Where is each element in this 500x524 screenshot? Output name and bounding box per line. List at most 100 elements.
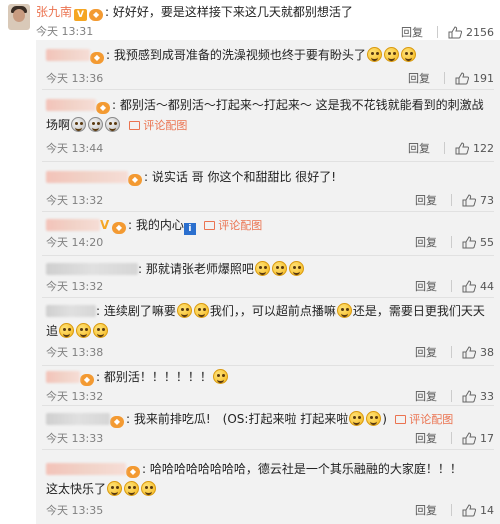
divider: [451, 504, 452, 516]
like-count: 38: [480, 345, 494, 359]
divider: [437, 26, 438, 38]
verified-v-icon: V: [74, 9, 88, 21]
reply-actions: 回复 14: [415, 502, 494, 518]
fan-level-icon: ◆: [110, 416, 124, 428]
reply-time: 今天 13:44: [46, 142, 104, 155]
like-count: 55: [480, 235, 494, 249]
comment-time: 今天 13:31: [36, 25, 94, 38]
laugh-emoji-icon: [107, 481, 123, 496]
thumb-up-icon[interactable]: [455, 71, 469, 85]
reply-line: ◆: 哈哈哈哈哈哈哈哈，德云社是一个其乐融融的大家庭！！！: [46, 458, 462, 480]
thumb-up-icon[interactable]: [462, 389, 476, 403]
laugh-emoji-icon: [93, 323, 109, 338]
reply-button[interactable]: 回复: [415, 430, 437, 446]
reply-item: ◆: 都别活！！！！！！ 今天 13:32 回复 33: [36, 366, 500, 406]
pic-label: 评论配图: [409, 413, 454, 426]
reply-line: ◆: 都别活～都别活～打起来～打起来～ 这是我不花钱就能看到的刺激战: [46, 94, 484, 116]
divider: [444, 142, 445, 154]
reply-text: 连续剧了嘛要: [103, 304, 176, 318]
thumb-up-icon[interactable]: [462, 431, 476, 445]
verified-v-icon: V: [100, 218, 110, 232]
reply-line: ◆: 都别活！！！！！！: [46, 366, 229, 388]
thumb-up-icon[interactable]: [455, 141, 469, 155]
reply-text: 都别活～都别活～打起来～打起来～ 这是我不花钱就能看到的刺激战: [119, 98, 484, 112]
like-count: 2156: [466, 25, 494, 39]
pic-label: 评论配图: [143, 119, 188, 132]
reply-actions: 回复 17: [415, 430, 494, 446]
reply-actions: 回复 44: [415, 278, 494, 294]
comment-actions: 回复 2156: [401, 24, 494, 40]
reply-item: ◆: 都别活～都别活～打起来～打起来～ 这是我不花钱就能看到的刺激战 场啊 评论…: [36, 90, 500, 162]
reply-button[interactable]: 回复: [415, 278, 437, 294]
blurred-username[interactable]: [46, 219, 100, 231]
comment-image-link[interactable]: 评论配图: [394, 413, 454, 426]
reply-button[interactable]: 回复: [415, 192, 437, 208]
reply-line: ◆: 说实话 哥 你这个和甜甜比 很好了!: [46, 166, 336, 188]
reply-line-2: 场啊 评论配图: [46, 114, 187, 137]
thumb-up-icon[interactable]: [462, 279, 476, 293]
crying-emoji-icon: [88, 117, 104, 132]
reply-text: 说实话 哥 你这个和甜甜比 很好了!: [151, 170, 337, 184]
laugh-emoji-icon: [176, 303, 192, 318]
reply-time: 今天 13:33: [46, 432, 104, 445]
like-count: 33: [480, 389, 494, 403]
laugh-emoji-icon: [288, 261, 304, 276]
blurred-username[interactable]: [46, 305, 96, 317]
divider: [451, 432, 452, 444]
reply-button[interactable]: 回复: [408, 140, 430, 156]
reply-item: ◆: 哈哈哈哈哈哈哈哈，德云社是一个其乐融融的大家庭！！！ 这太快乐了 今天 1…: [36, 450, 500, 524]
reply-actions: 回复 33: [415, 388, 494, 404]
thumb-up-icon[interactable]: [462, 503, 476, 517]
reply-button[interactable]: 回复: [415, 344, 437, 360]
reply-button[interactable]: 回复: [415, 388, 437, 404]
reply-time: 今天 13:38: [46, 346, 104, 359]
blurred-username[interactable]: [46, 463, 126, 475]
comment-text: 好好好，要是这样接下来这几天就都别想活了: [112, 5, 353, 19]
thumb-up-icon[interactable]: [462, 345, 476, 359]
thumb-up-icon[interactable]: [462, 235, 476, 249]
reply-time: 今天 13:36: [46, 72, 104, 85]
reply-time: 今天 13:32: [46, 390, 104, 403]
reply-actions: 回复 122: [408, 140, 494, 156]
like-count: 191: [473, 71, 494, 85]
blurred-username[interactable]: [46, 171, 128, 183]
sweat-emoji-icon: [212, 369, 228, 384]
reply-item: ◆: 说实话 哥 你这个和甜甜比 很好了! 今天 13:32 回复 73: [36, 162, 500, 212]
reply-button[interactable]: 回复: [415, 234, 437, 250]
top-comment-line: 张九南 V ◆: 好好好，要是这样接下来这几天就都别想活了: [36, 5, 353, 21]
thumb-up-icon[interactable]: [448, 25, 462, 39]
blurred-username[interactable]: [46, 263, 138, 275]
reply-time: 今天 14:20: [46, 236, 104, 249]
reply-line: ◆: 我来前排吃瓜! (OS:打起来啦 打起来啦) 评论配图: [46, 408, 453, 431]
reply-text: 哈哈哈哈哈哈哈哈，德云社是一个其乐融融的大家庭！！！: [149, 462, 462, 476]
blurred-username[interactable]: [46, 99, 96, 111]
thumb-up-icon[interactable]: [462, 193, 476, 207]
like-count: 17: [480, 431, 494, 445]
laugh-emoji-icon: [271, 261, 287, 276]
reply-button[interactable]: 回复: [401, 24, 423, 40]
blurred-username[interactable]: [46, 371, 80, 383]
laugh-emoji-icon: [254, 261, 270, 276]
avatar[interactable]: [8, 4, 30, 30]
comment-image-link[interactable]: 评论配图: [128, 119, 188, 132]
reply-button[interactable]: 回复: [408, 70, 430, 86]
laugh-emoji-icon: [141, 481, 157, 496]
fan-level-icon: ◆: [128, 174, 142, 186]
divider: [451, 390, 452, 402]
reply-text: 都别活！！！！！！: [103, 370, 212, 384]
top-comment: 张九南 V ◆: 好好好，要是这样接下来这几天就都别想活了 今天 13:31 回复 …: [0, 0, 500, 40]
laugh-emoji-icon: [366, 47, 382, 62]
comment-image-link[interactable]: 评论配图: [203, 219, 262, 232]
blurred-username[interactable]: [46, 49, 90, 61]
reply-button[interactable]: 回复: [415, 502, 437, 518]
laugh-emoji-icon: [383, 47, 399, 62]
reply-item: V ◆: 我的内心 i 评论配图 今天 14:20 回复 55: [36, 212, 500, 256]
image-icon: [394, 415, 406, 424]
divider: [451, 236, 452, 248]
reply-text: 场啊: [46, 118, 71, 132]
eating-melon-emoji-icon: [366, 411, 382, 426]
reply-time: 今天 13:32: [46, 194, 104, 207]
blurred-username[interactable]: [46, 413, 110, 425]
reply-line-2: 追: [46, 320, 109, 342]
author-name[interactable]: 张九南: [36, 5, 72, 19]
